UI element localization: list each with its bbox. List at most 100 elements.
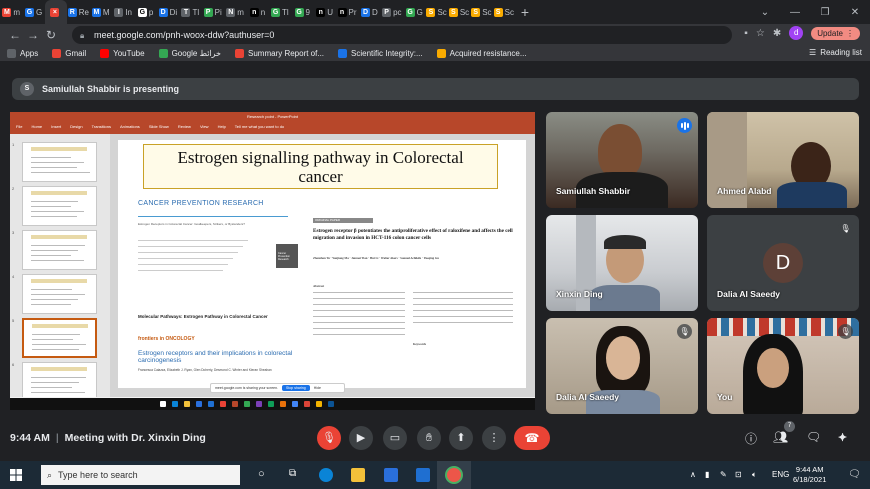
browser-tab[interactable]: GG: [22, 0, 44, 24]
browser-tab[interactable]: GG: [403, 0, 425, 24]
bookmark-item[interactable]: Scientific Integrity:...: [331, 49, 430, 58]
ribbon-tab[interactable]: File: [16, 124, 22, 129]
bookmark-item[interactable]: Acquired resistance...: [430, 49, 534, 58]
raise-hand-button[interactable]: ✋︎: [417, 426, 441, 450]
language-indicator[interactable]: ENG: [772, 470, 789, 479]
slide-thumbnail[interactable]: [22, 318, 97, 358]
thumbnail-line: [31, 157, 71, 158]
bookmark-item[interactable]: Google خرائط: [152, 49, 228, 58]
more-options-button[interactable]: ⋮: [482, 426, 506, 450]
slide-thumbnail[interactable]: [22, 362, 97, 402]
participant-tile[interactable]: Xinxin Ding: [546, 215, 698, 311]
maximize-icon[interactable]: ❐: [810, 7, 840, 18]
edge-icon[interactable]: [319, 468, 333, 482]
participant-tile[interactable]: 🎙︎ You: [707, 318, 859, 414]
browser-tab[interactable]: Nm: [224, 0, 246, 24]
reload-icon[interactable]: ↻: [42, 28, 60, 42]
browser-tab[interactable]: S Sc: [425, 0, 447, 24]
browser-tab[interactable]: R Re: [67, 0, 89, 24]
bookmark-item[interactable]: Gmail: [45, 49, 93, 58]
participant-video: [757, 348, 789, 388]
ribbon-tab[interactable]: Transitions: [92, 124, 111, 129]
slide-thumbnail[interactable]: [22, 186, 97, 226]
ribbon-tab[interactable]: Review: [178, 124, 191, 129]
meeting-title[interactable]: Meeting with Dr. Xinxin Ding: [65, 432, 206, 444]
tab-search-icon[interactable]: ⌄: [750, 7, 780, 18]
browser-tab[interactable]: D Di: [157, 0, 179, 24]
update-button[interactable]: Update ⋮: [811, 26, 860, 40]
ribbon-tab[interactable]: Help: [218, 124, 226, 129]
chat-icon[interactable]: 🗨︎: [806, 430, 821, 444]
browser-tab[interactable]: MM: [90, 0, 112, 24]
ribbon-tab[interactable]: Design: [70, 124, 82, 129]
browser-tab[interactable]: Gp: [134, 0, 156, 24]
browser-tab[interactable]: ×: [44, 0, 68, 24]
browser-tab[interactable]: G9: [291, 0, 313, 24]
activities-icon[interactable]: ⯌: [838, 430, 847, 445]
task-view-icon[interactable]: ⧉: [289, 468, 296, 479]
extensions-icon[interactable]: ✱: [773, 28, 781, 39]
browser-tab[interactable]: I In: [112, 0, 134, 24]
minimize-icon[interactable]: —: [780, 7, 810, 18]
close-icon[interactable]: ✕: [840, 7, 870, 18]
leave-call-button[interactable]: ☎: [514, 426, 550, 450]
address-bar[interactable]: 🔒︎ meet.google.com/pnh-woox-ddw?authuser…: [72, 26, 732, 44]
bookmark-item[interactable]: Apps: [0, 49, 45, 58]
browser-tab[interactable]: DD: [358, 0, 380, 24]
participant-tile[interactable]: Ahmed Alabd: [707, 112, 859, 208]
people-icon[interactable]: 👥︎: [773, 430, 788, 444]
present-now-button[interactable]: ⬆: [449, 426, 473, 450]
new-tab-button[interactable]: +: [515, 4, 535, 20]
camera-button[interactable]: ▶: [349, 426, 373, 450]
browser-tab[interactable]: S Sc: [470, 0, 492, 24]
file-explorer-icon[interactable]: [351, 468, 365, 482]
ribbon-tab[interactable]: Animations: [120, 124, 140, 129]
tab-favicon-icon: T: [181, 7, 191, 17]
reading-list-button[interactable]: ☰ Reading list: [809, 48, 862, 57]
browser-tab[interactable]: P Pi: [202, 0, 224, 24]
browser-tab[interactable]: T Tl: [179, 0, 201, 24]
participant-tile[interactable]: Samiullah Shabbir: [546, 112, 698, 208]
store-icon[interactable]: [384, 468, 398, 482]
profile-avatar[interactable]: d: [789, 26, 804, 40]
browser-tab[interactable]: nU: [313, 0, 335, 24]
ribbon-tab[interactable]: Slide Show: [149, 124, 169, 129]
captions-button[interactable]: ▭: [383, 426, 407, 450]
participant-tile[interactable]: 🎙︎ Dalia Al Saeedy: [546, 318, 698, 414]
browser-tab[interactable]: S Sc: [493, 0, 515, 24]
mic-off-button[interactable]: 🎙︎: [317, 426, 341, 450]
cortana-icon[interactable]: ○: [258, 468, 265, 480]
show-hidden-icons[interactable]: ∧: [690, 470, 696, 479]
hide-button[interactable]: Hide: [314, 386, 321, 390]
ribbon-tab[interactable]: View: [200, 124, 209, 129]
taskbar-clock[interactable]: 9:44 AM 6/18/2021: [793, 465, 826, 485]
star-icon[interactable]: ☆: [756, 28, 765, 39]
browser-tab[interactable]: Mm: [0, 0, 22, 24]
slide-thumbnail[interactable]: [22, 230, 97, 270]
meeting-info-icon[interactable]: ⓘ: [745, 430, 757, 447]
browser-tab[interactable]: nn: [246, 0, 268, 24]
browser-tab[interactable]: Ppc: [381, 0, 403, 24]
bookmark-item[interactable]: Summary Report of...: [228, 49, 331, 58]
volume-icon[interactable]: 🔈︎: [752, 470, 757, 480]
windows-start-icon[interactable]: [10, 469, 22, 481]
back-icon[interactable]: ←: [6, 28, 24, 42]
forward-icon[interactable]: →: [24, 28, 42, 42]
mail-icon[interactable]: [416, 468, 430, 482]
slide-thumbnail[interactable]: [22, 274, 97, 314]
browser-tab[interactable]: n Pr: [336, 0, 358, 24]
ribbon-tab[interactable]: Home: [31, 124, 42, 129]
bookmark-item[interactable]: YouTube: [93, 49, 151, 58]
stop-sharing-button[interactable]: Stop sharing: [282, 385, 310, 391]
ribbon-tab[interactable]: Insert: [51, 124, 61, 129]
network-icon[interactable]: ⊡: [735, 470, 742, 479]
browser-tab-strip: Mm G G × R Re M M I In Gp D Di T Tl P Pi Nm n n G Tl G 9 n Un Pr D D…: [0, 0, 870, 24]
browser-tab[interactable]: G Tl: [269, 0, 291, 24]
browser-tab[interactable]: S Sc: [448, 0, 470, 24]
taskbar-search[interactable]: ⌕ Type here to search: [41, 465, 240, 485]
participant-tile[interactable]: D 🎙︎ Dalia Al Saeedy: [707, 215, 859, 311]
slide-thumbnail[interactable]: [22, 142, 97, 182]
ribbon-tab[interactable]: Tell me what you want to do: [235, 124, 284, 129]
notifications-icon[interactable]: 🗨︎: [848, 469, 861, 480]
camera-icon[interactable]: ▪: [744, 28, 748, 39]
